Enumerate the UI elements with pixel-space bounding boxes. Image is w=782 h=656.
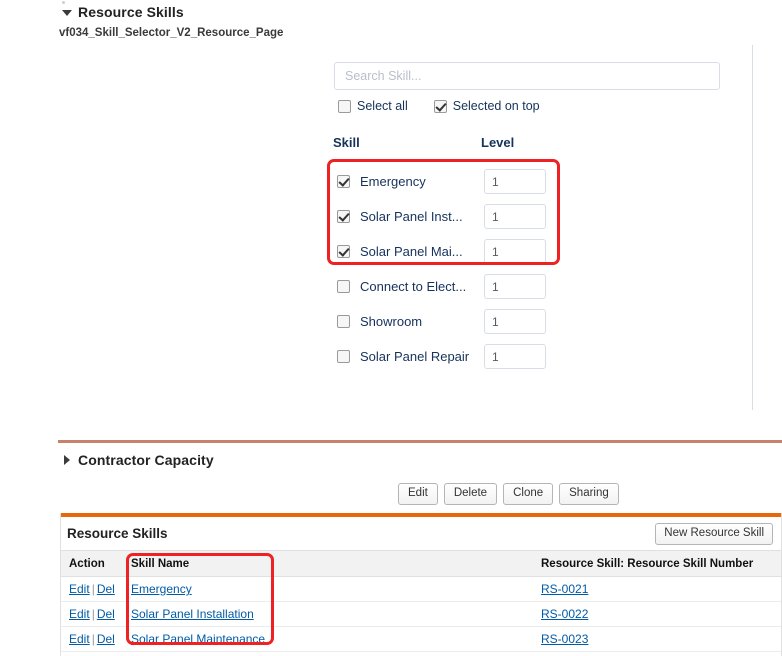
related-list-title: Resource Skills xyxy=(67,526,168,541)
row-del-link[interactable]: Del xyxy=(97,632,115,646)
select-all-checkbox[interactable] xyxy=(338,99,351,113)
level-column-header: Level xyxy=(481,135,515,150)
skill-level-input[interactable] xyxy=(484,274,546,299)
skill-row[interactable]: Emergency xyxy=(337,164,567,199)
skill-level-input[interactable] xyxy=(484,169,546,194)
skill-checkbox[interactable] xyxy=(337,245,350,258)
skill-checkbox[interactable] xyxy=(337,315,350,328)
skill-checkbox[interactable] xyxy=(337,280,350,293)
skill-selector-list: Emergency Solar Panel Inst... Solar Pane… xyxy=(337,164,567,374)
selected-on-top-label: Selected on top xyxy=(452,99,540,113)
skill-row[interactable]: Solar Panel Inst... xyxy=(337,199,567,234)
row-skill-name: Emergency xyxy=(123,576,533,602)
clone-button[interactable]: Clone xyxy=(503,483,554,505)
row-resource-skill-number: RS-0021 xyxy=(533,576,781,602)
table-row: Edit | Del Solar Panel Installation RS-002… xyxy=(61,601,781,627)
skill-level-input[interactable] xyxy=(484,239,546,264)
visualforce-page-name: vf034_Skill_Selector_V2_Resource_Page xyxy=(59,27,284,39)
search-skill-input[interactable] xyxy=(334,62,720,90)
contractor-capacity-title: Contractor Capacity xyxy=(78,452,214,468)
row-edit-link[interactable]: Edit xyxy=(69,632,90,646)
sharing-button[interactable]: Sharing xyxy=(559,483,619,505)
row-skill-name: Solar Panel Installation xyxy=(123,601,533,627)
resource-skills-vf-section: Resource Skills vf034_Skill_Selector_V2_… xyxy=(0,0,782,432)
row-resource-skill-number: RS-0022 xyxy=(533,601,781,627)
skill-name-link[interactable]: Emergency xyxy=(131,582,192,596)
chevron-down-icon[interactable] xyxy=(62,10,72,16)
skill-checkbox[interactable] xyxy=(337,350,350,363)
skill-label: Solar Panel Inst... xyxy=(360,209,463,224)
row-edit-link[interactable]: Edit xyxy=(69,582,90,596)
skill-label: Connect to Elect... xyxy=(360,279,467,294)
skill-label: Solar Panel Repair xyxy=(360,349,470,364)
column-header-skill-name: Skill Name xyxy=(123,550,533,577)
chevron-right-icon[interactable] xyxy=(64,455,70,465)
column-header-action: Action xyxy=(61,550,123,577)
skill-name-link[interactable]: Solar Panel Installation xyxy=(131,607,254,621)
section-title: Resource Skills xyxy=(78,4,184,20)
delete-button[interactable]: Delete xyxy=(443,483,498,505)
resource-skill-number-link[interactable]: RS-0021 xyxy=(541,582,588,596)
resource-skills-related-list: Resource Skills New Resource Skill Actio… xyxy=(60,513,782,656)
resource-skills-section-header[interactable]: Resource Skills xyxy=(62,4,184,20)
skill-level-input[interactable] xyxy=(484,309,546,334)
contractor-capacity-section-header[interactable]: Contractor Capacity xyxy=(64,452,214,468)
skill-row[interactable]: Solar Panel Repair xyxy=(337,339,567,374)
action-separator: | xyxy=(91,632,95,646)
new-resource-skill-button[interactable]: New Resource Skill xyxy=(655,522,773,545)
resource-skills-table: Action Skill Name Resource Skill: Resour… xyxy=(61,550,781,652)
skill-label: Emergency xyxy=(360,174,426,189)
record-action-buttons: Edit Delete Clone Sharing xyxy=(398,483,619,505)
selected-on-top-checkbox[interactable] xyxy=(433,99,447,113)
table-row: Edit | Del Solar Panel Maintenance RS-0023 xyxy=(61,626,781,652)
select-all-label: Select all xyxy=(357,99,408,113)
row-del-link[interactable]: Del xyxy=(97,582,115,596)
skill-row[interactable]: Solar Panel Mai... xyxy=(337,234,567,269)
skill-label: Showroom xyxy=(360,314,423,329)
skill-row[interactable]: Showroom xyxy=(337,304,567,339)
table-header-row: Action Skill Name Resource Skill: Resour… xyxy=(61,550,781,577)
column-header-resource-skill-number: Resource Skill: Resource Skill Number xyxy=(533,550,781,577)
skill-level-input[interactable] xyxy=(484,344,546,369)
skill-level-input[interactable] xyxy=(484,204,546,229)
related-list-header: Resource Skills New Resource Skill xyxy=(61,517,781,550)
select-all-option[interactable]: Select all xyxy=(338,99,408,113)
row-resource-skill-number: RS-0023 xyxy=(533,626,781,652)
resource-skill-number-link[interactable]: RS-0022 xyxy=(541,607,588,621)
row-actions: Edit | Del xyxy=(61,601,123,627)
contractor-capacity-divider xyxy=(58,440,782,443)
table-row: Edit | Del Emergency RS-0021 xyxy=(61,576,781,602)
skill-column-header: Skill xyxy=(333,135,360,150)
vertical-divider xyxy=(752,45,753,410)
row-skill-name: Solar Panel Maintenance xyxy=(123,626,533,652)
skill-checkbox[interactable] xyxy=(337,210,350,223)
row-del-link[interactable]: Del xyxy=(97,607,115,621)
skill-checkbox[interactable] xyxy=(337,175,350,188)
resource-skill-number-link[interactable]: RS-0023 xyxy=(541,632,588,646)
skill-label: Solar Panel Mai... xyxy=(360,244,463,259)
skill-filter-options: Select all Selected on top xyxy=(338,99,540,113)
row-edit-link[interactable]: Edit xyxy=(69,607,90,621)
edit-button[interactable]: Edit xyxy=(398,483,438,505)
action-separator: | xyxy=(91,607,95,621)
skill-row[interactable]: Connect to Elect... xyxy=(337,269,567,304)
skill-name-link[interactable]: Solar Panel Maintenance xyxy=(131,632,265,646)
selected-on-top-option[interactable]: Selected on top xyxy=(433,99,540,113)
row-actions: Edit | Del xyxy=(61,626,123,652)
row-actions: Edit | Del xyxy=(61,576,123,602)
action-separator: | xyxy=(91,582,95,596)
